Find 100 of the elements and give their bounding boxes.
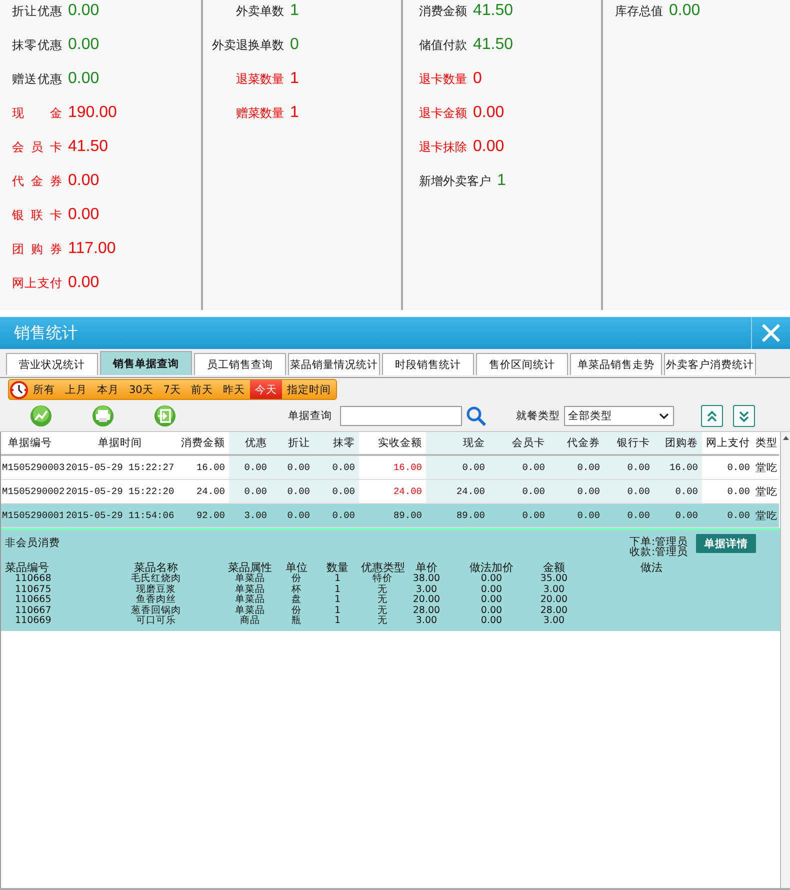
table-cell-text: 28.00 (539, 606, 569, 616)
column-header: 做法 (640, 561, 664, 574)
close-icon (760, 322, 782, 344)
table-cell: 0.00 (702, 504, 754, 528)
column-header: 优惠类型 (361, 561, 404, 574)
detail-title: 非会员消费 (5, 536, 61, 550)
table-cell-text: 110668 (14, 574, 52, 584)
search-icon[interactable] (466, 406, 486, 426)
table-cell: 堂吃 (754, 456, 779, 480)
table-cell: 0.00 (604, 504, 654, 528)
scroll-down-button[interactable] (733, 405, 755, 427)
table-cell: 0.00 (314, 480, 359, 504)
dining-type-label: 就餐类型 (516, 409, 560, 423)
table-cell: 24.00 (426, 480, 489, 504)
table-cell-text: 28.00 (412, 606, 442, 616)
column-header: 现金 (426, 432, 489, 456)
stat-label: 退卡金额 (419, 105, 467, 122)
table-cell-text: 3.00 (414, 616, 438, 626)
stat-label: 折让优惠 (12, 3, 62, 20)
stat-label: 退菜数量 (235, 71, 284, 88)
table-cell: 0.00 (229, 456, 271, 480)
table-cell: 0.00 (702, 456, 754, 480)
table-cell: 0.00 (229, 480, 271, 504)
table-cell-text: 3.00 (542, 584, 566, 595)
table-cell: 2015-05-29 11:54:06 (63, 504, 181, 528)
tab[interactable]: 外卖客户消费统计 (664, 353, 756, 375)
stat-label: 退卡抹除 (419, 139, 467, 156)
stat-label: 消费金额 (419, 3, 467, 20)
table-cell-text: 1 (333, 616, 342, 626)
date-filter-option[interactable]: 7天 (158, 380, 186, 399)
table-cell-text: 商品 (239, 616, 261, 626)
tab[interactable]: 销售单据查询 (100, 351, 192, 375)
table-cell-text: 单菜品 (234, 595, 266, 605)
table-cell: 2015-05-29 15:22:27 (63, 456, 181, 480)
up-arrow-icon (782, 435, 790, 441)
search-label: 单据查询 (288, 409, 332, 423)
tab[interactable]: 单菜品销售走势 (570, 353, 662, 375)
stat-value: 0.00 (68, 274, 100, 292)
scroll-up-button[interactable] (701, 405, 723, 427)
table-cell-text: 110667 (14, 606, 52, 616)
date-filter-option[interactable]: 今天 (250, 380, 282, 399)
column-header: 金额 (542, 561, 566, 574)
column-header: 单价 (414, 561, 438, 574)
stat-label: 赠菜数量 (235, 105, 284, 122)
dining-type-dropdown[interactable]: 全部类型 (564, 406, 674, 426)
table-cell-text: 单菜品 (234, 606, 266, 616)
date-filter-option[interactable]: 30天 (124, 380, 158, 399)
details-button[interactable]: 单据详情 (696, 534, 756, 553)
table-cell-text: 毛氏红烧肉 (130, 574, 182, 584)
date-filter-option[interactable]: 昨天 (218, 380, 250, 399)
table-cell: 0.00 (314, 456, 359, 480)
column-header: 代金券 (549, 432, 604, 456)
column-header: 银行卡 (604, 432, 654, 456)
table-cell: 0.00 (271, 456, 314, 480)
table-cell-text: 盘 (290, 595, 302, 606)
stat-label: 外卖退换单数 (211, 37, 284, 54)
table-cell: M1505290003 (1, 456, 63, 480)
column-header: 团购卷 (654, 432, 702, 456)
tab[interactable]: 菜品销量情况统计 (288, 353, 380, 375)
stat-value: 0.00 (68, 70, 100, 88)
date-filter-option[interactable]: 本月 (92, 380, 124, 399)
table-cell: 0.00 (549, 504, 604, 528)
tab[interactable]: 时段销售统计 (382, 353, 474, 375)
table-cell-text: 葱香回锅肉 (130, 606, 182, 616)
table-cell-text: 无 (376, 616, 388, 626)
tab[interactable]: 售价区间统计 (476, 353, 568, 375)
stat-label: 抹零优惠 (12, 37, 62, 54)
printer-icon[interactable] (92, 405, 114, 427)
date-filter-option[interactable]: 上月 (60, 380, 92, 399)
table-cell-text: 0.00 (480, 595, 504, 606)
stat-label: 现 金 (12, 105, 62, 122)
stat-label: 库存总值 (615, 3, 663, 20)
tab[interactable]: 员工销售查询 (194, 353, 286, 375)
table-cell-text: 瓶 (290, 616, 302, 626)
date-filter-option[interactable]: 指定时间 (282, 380, 336, 399)
stat-value: 1 (290, 2, 299, 20)
export-icon[interactable] (154, 405, 176, 427)
chart-icon[interactable] (30, 405, 52, 427)
stat-value: 41.50 (473, 36, 514, 54)
stat-value: 0.00 (68, 206, 100, 224)
table-cell: 0.00 (271, 480, 314, 504)
stat-value: 0 (473, 70, 482, 88)
selected-row[interactable]: M1505290001 2015-05-29 11:54:06 92.00 3.00 0.00 0.00 89.00 89.00 0.00 0.00 0.00 0.00 0.00 堂吃 (1, 504, 780, 528)
stat-value: 1 (290, 70, 299, 88)
tab[interactable]: 营业状况统计 (6, 353, 98, 375)
date-filter-option[interactable]: 所有 (28, 380, 60, 399)
stat-value: 117.00 (68, 240, 116, 258)
table-cell-text: 20.00 (539, 595, 569, 606)
column-header: 数量 (326, 561, 350, 574)
stat-value: 1 (497, 172, 506, 190)
table-cell-text: 杯 (290, 584, 302, 594)
table-cell-text: 特价 (372, 574, 394, 584)
column-header: 优惠 (229, 432, 271, 456)
search-field[interactable] (340, 406, 462, 426)
table-cell-text: 3.00 (542, 616, 566, 626)
date-filter-option[interactable]: 前天 (186, 380, 218, 399)
column-header: 菜品属性 (227, 561, 273, 574)
table-cell: 堂吃 (754, 504, 779, 528)
table-cell: 16.00 (654, 456, 702, 480)
column-header: 折让 (271, 432, 314, 456)
